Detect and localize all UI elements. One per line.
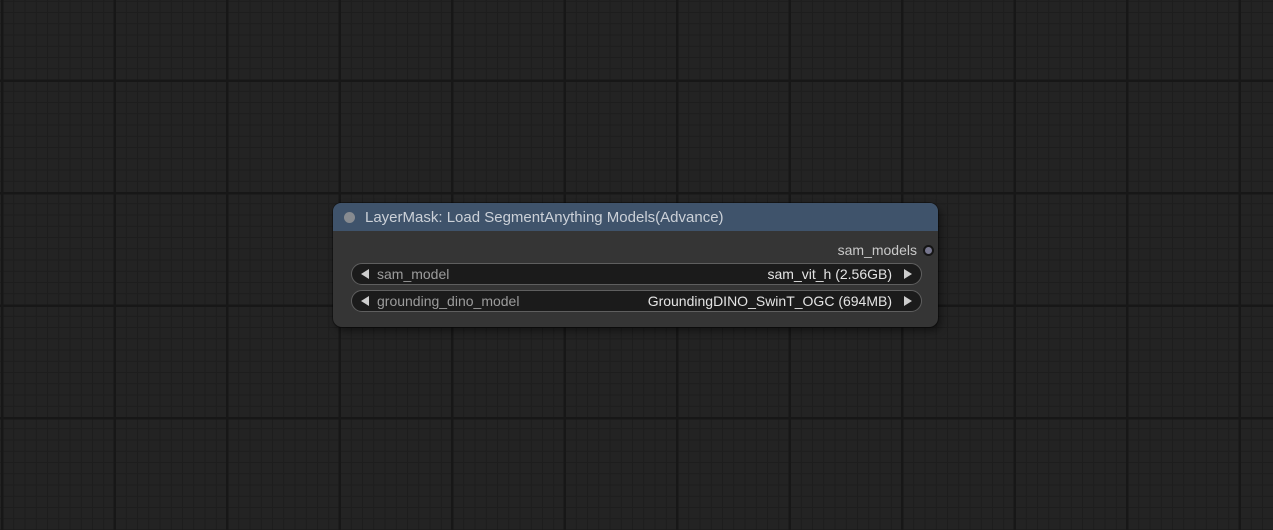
widget-value: sam_vit_h (2.56GB) [767,266,893,282]
output-label: sam_models [837,242,917,258]
collapse-dot-icon[interactable] [344,211,355,223]
graph-canvas[interactable]: LayerMask: Load SegmentAnything Models(A… [0,0,1273,530]
increment-arrow-icon[interactable] [904,269,912,279]
decrement-arrow-icon[interactable] [361,269,369,279]
widget-value: GroundingDINO_SwinT_OGC (694MB) [647,293,892,309]
increment-arrow-icon[interactable] [904,296,912,306]
node-header[interactable]: LayerMask: Load SegmentAnything Models(A… [333,203,938,231]
output-slot-sam-models-icon[interactable] [923,244,934,256]
widget-label: grounding_dino_model [377,293,520,309]
node-layermask-load-segmentanything-models[interactable]: LayerMask: Load SegmentAnything Models(A… [333,203,938,327]
combo-widget-sam-model[interactable]: sam_model sam_vit_h (2.56GB) [351,263,922,285]
combo-widget-grounding-dino-model[interactable]: grounding_dino_model GroundingDINO_SwinT… [351,290,922,312]
output-row-sam-models: sam_models [838,236,934,264]
widget-label: sam_model [377,266,450,282]
node-title: LayerMask: Load SegmentAnything Models(A… [365,208,724,226]
decrement-arrow-icon[interactable] [361,296,369,306]
